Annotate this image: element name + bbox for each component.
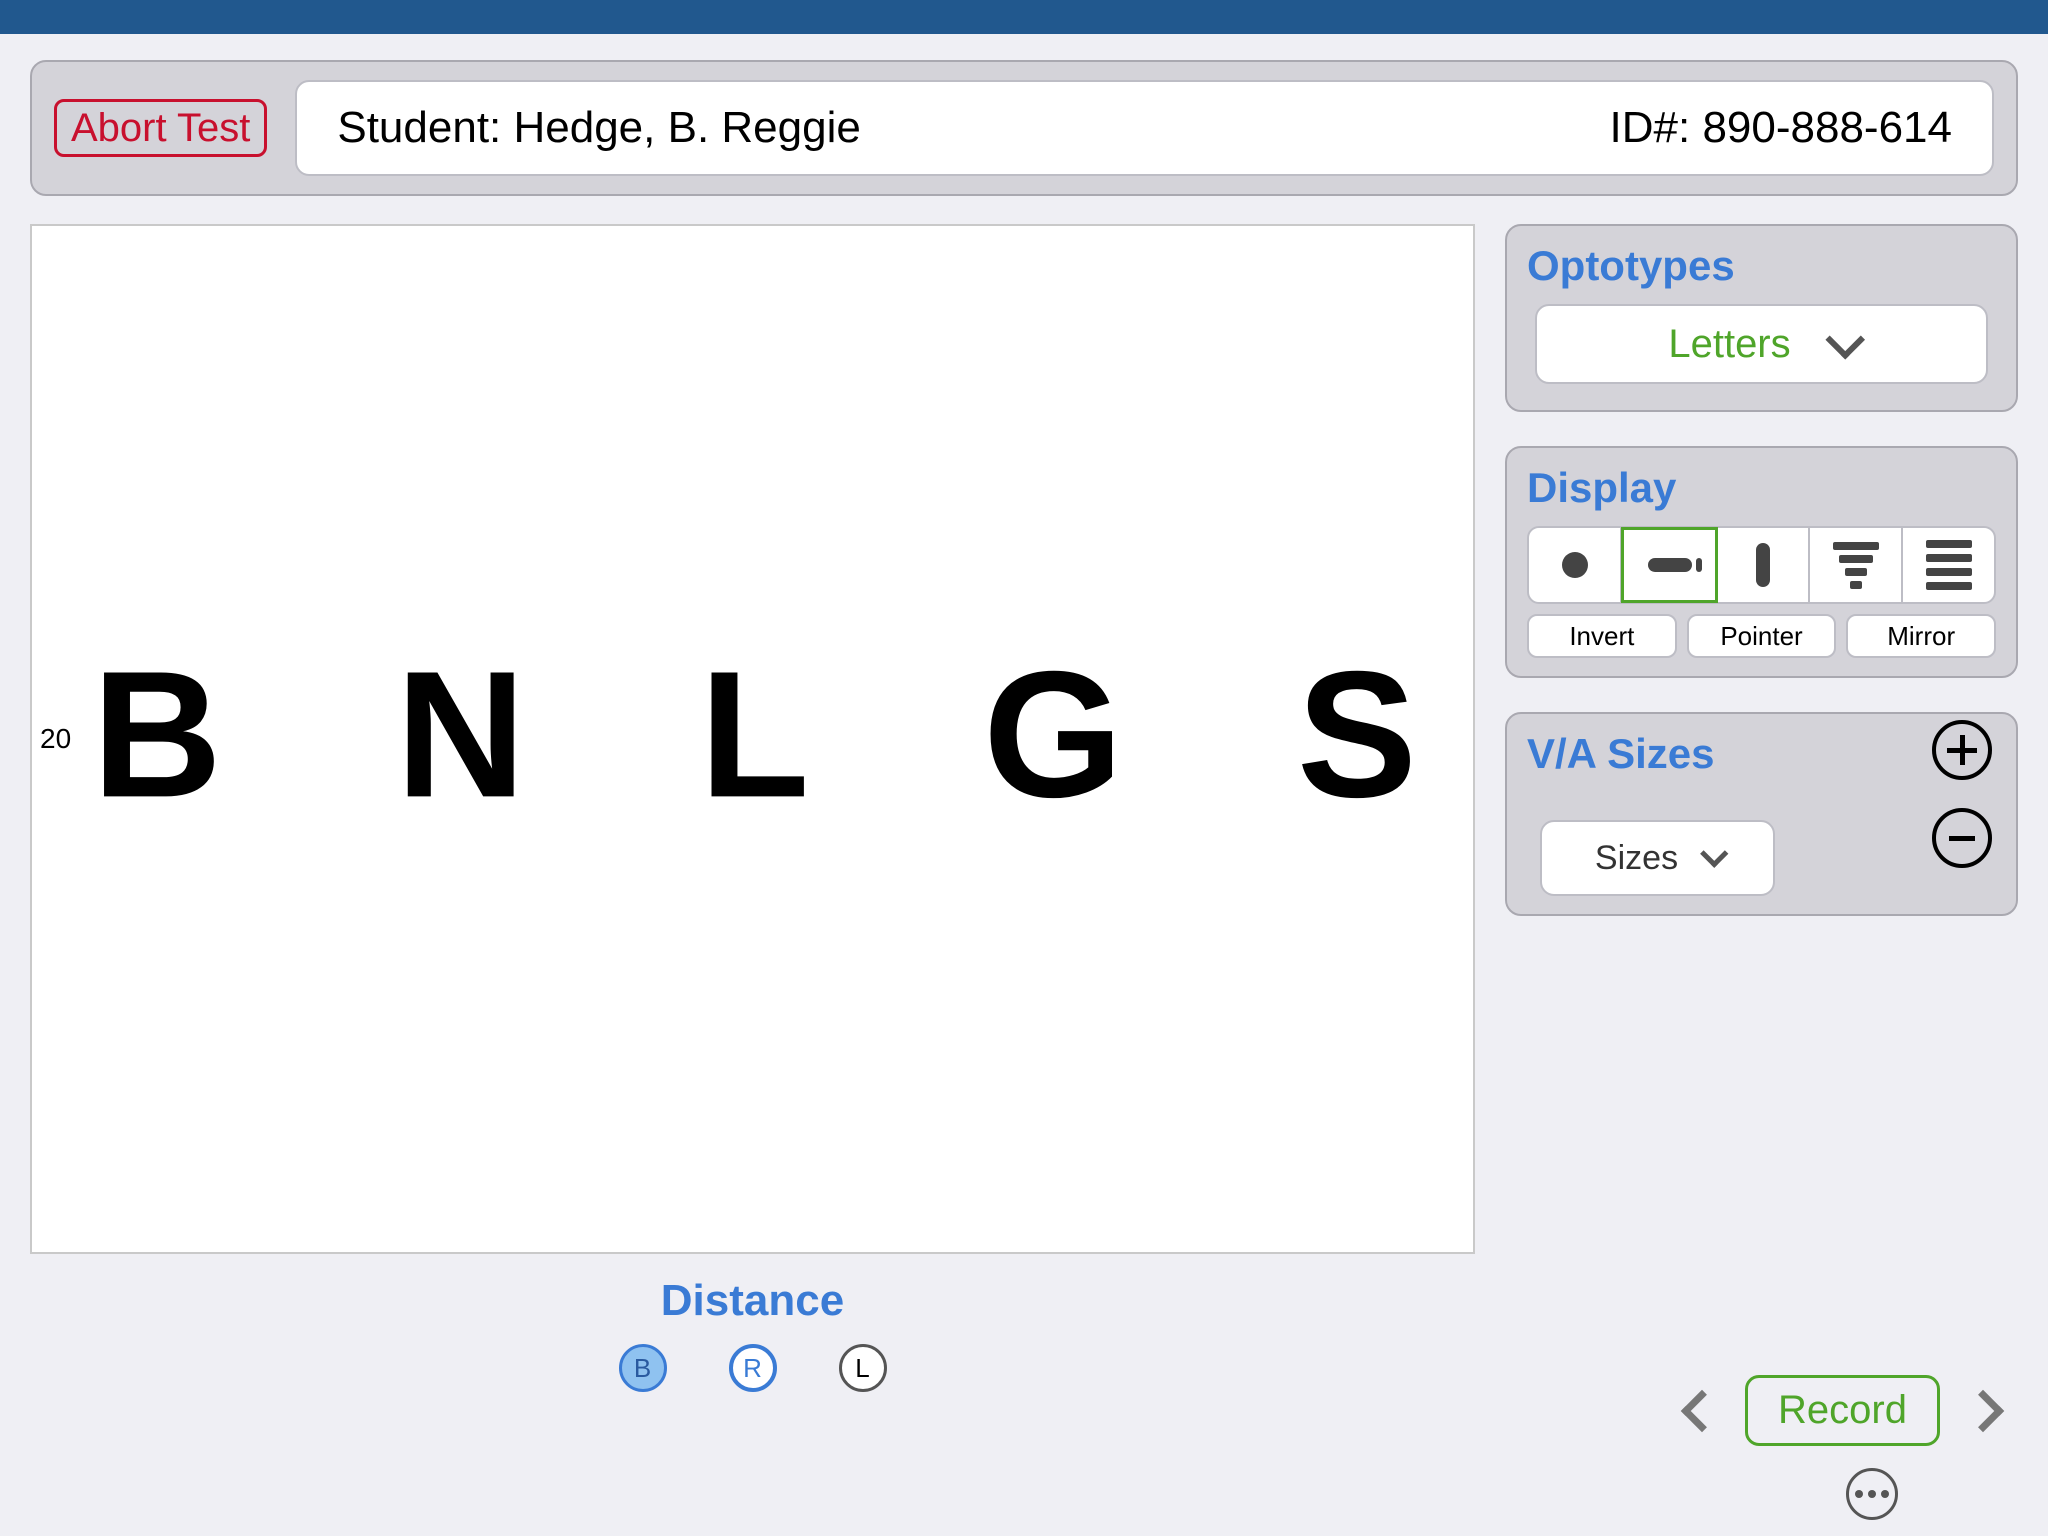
display-mode-vline[interactable] bbox=[1717, 528, 1810, 602]
dot-icon bbox=[1881, 1490, 1889, 1498]
size-increase-button[interactable] bbox=[1932, 720, 1992, 780]
eye-left-button[interactable]: L bbox=[839, 1344, 887, 1392]
optotype-letter: N bbox=[396, 645, 522, 825]
header-panel: Abort Test Student: Hedge, B. Reggie ID#… bbox=[30, 60, 2018, 196]
mirror-button[interactable]: Mirror bbox=[1846, 614, 1996, 658]
sizes-dropdown[interactable]: Sizes bbox=[1540, 820, 1775, 896]
student-id-label: ID#: 890-888-614 bbox=[1610, 103, 1952, 153]
optotype-letter: S bbox=[1297, 645, 1413, 825]
app-content: Abort Test Student: Hedge, B. Reggie ID#… bbox=[0, 34, 2048, 1412]
next-button[interactable] bbox=[1962, 1389, 2004, 1431]
student-name-label: Student: Hedge, B. Reggie bbox=[337, 103, 860, 153]
chart-footer: Distance B R L bbox=[30, 1276, 1475, 1392]
display-panel: Display Invert Pointer Mirror bbox=[1505, 446, 2018, 678]
eye-selection-row: B R L bbox=[30, 1344, 1475, 1392]
pyramid-icon bbox=[1833, 542, 1879, 589]
prev-button[interactable] bbox=[1681, 1389, 1723, 1431]
optotype-letter: G bbox=[983, 645, 1119, 825]
optotype-letters-row: B N L G S bbox=[92, 645, 1413, 825]
optotype-letter: B bbox=[92, 645, 218, 825]
side-column: Optotypes Letters Display Invert Poi bbox=[1505, 224, 2018, 1392]
chevron-down-icon bbox=[1825, 320, 1865, 360]
abort-test-button[interactable]: Abort Test bbox=[54, 99, 267, 157]
sizes-dropdown-label: Sizes bbox=[1595, 839, 1678, 878]
display-toggle-row: Invert Pointer Mirror bbox=[1527, 614, 1996, 658]
acuity-denominator-label: 20 bbox=[40, 723, 71, 755]
pointer-button[interactable]: Pointer bbox=[1687, 614, 1837, 658]
size-decrease-button[interactable] bbox=[1932, 808, 1992, 868]
plus-icon bbox=[1947, 735, 1977, 765]
distance-title: Distance bbox=[30, 1276, 1475, 1326]
optotypes-dropdown[interactable]: Letters bbox=[1535, 304, 1988, 384]
va-sizes-panel: V/A Sizes Sizes bbox=[1505, 712, 2018, 916]
more-options-button[interactable] bbox=[1846, 1468, 1898, 1520]
record-nav-row: Record bbox=[1687, 1375, 1998, 1446]
record-button[interactable]: Record bbox=[1745, 1375, 1940, 1446]
display-title: Display bbox=[1527, 464, 1998, 512]
display-mode-hline[interactable] bbox=[1621, 527, 1718, 603]
invert-button[interactable]: Invert bbox=[1527, 614, 1677, 658]
dot-icon bbox=[1868, 1490, 1876, 1498]
optotypes-panel: Optotypes Letters bbox=[1505, 224, 2018, 412]
minus-icon bbox=[1949, 836, 1975, 841]
vertical-line-icon bbox=[1756, 543, 1770, 587]
student-info-box: Student: Hedge, B. Reggie ID#: 890-888-6… bbox=[295, 80, 1994, 176]
chart-column: 20 B N L G S Distance B R L bbox=[30, 224, 1475, 1392]
optotypes-title: Optotypes bbox=[1527, 242, 1998, 290]
display-mode-segmented bbox=[1527, 526, 1996, 604]
chevron-down-icon bbox=[1700, 840, 1728, 868]
display-mode-single[interactable] bbox=[1529, 528, 1622, 602]
eye-chart-area: 20 B N L G S bbox=[30, 224, 1475, 1254]
eye-both-button[interactable]: B bbox=[619, 1344, 667, 1392]
display-mode-pyramid[interactable] bbox=[1810, 528, 1903, 602]
single-dot-icon bbox=[1562, 552, 1588, 578]
eye-right-button[interactable]: R bbox=[729, 1344, 777, 1392]
display-mode-full[interactable] bbox=[1903, 528, 1994, 602]
va-sizes-title: V/A Sizes bbox=[1527, 730, 1916, 778]
dot-icon bbox=[1855, 1490, 1863, 1498]
optotype-letter: L bbox=[699, 645, 805, 825]
horizontal-line-icon bbox=[1648, 558, 1692, 572]
main-row: 20 B N L G S Distance B R L bbox=[30, 224, 2018, 1392]
optotypes-selected-label: Letters bbox=[1668, 322, 1790, 367]
status-bar bbox=[0, 0, 2048, 34]
size-stepper bbox=[1932, 720, 1992, 868]
full-chart-icon bbox=[1926, 540, 1972, 590]
